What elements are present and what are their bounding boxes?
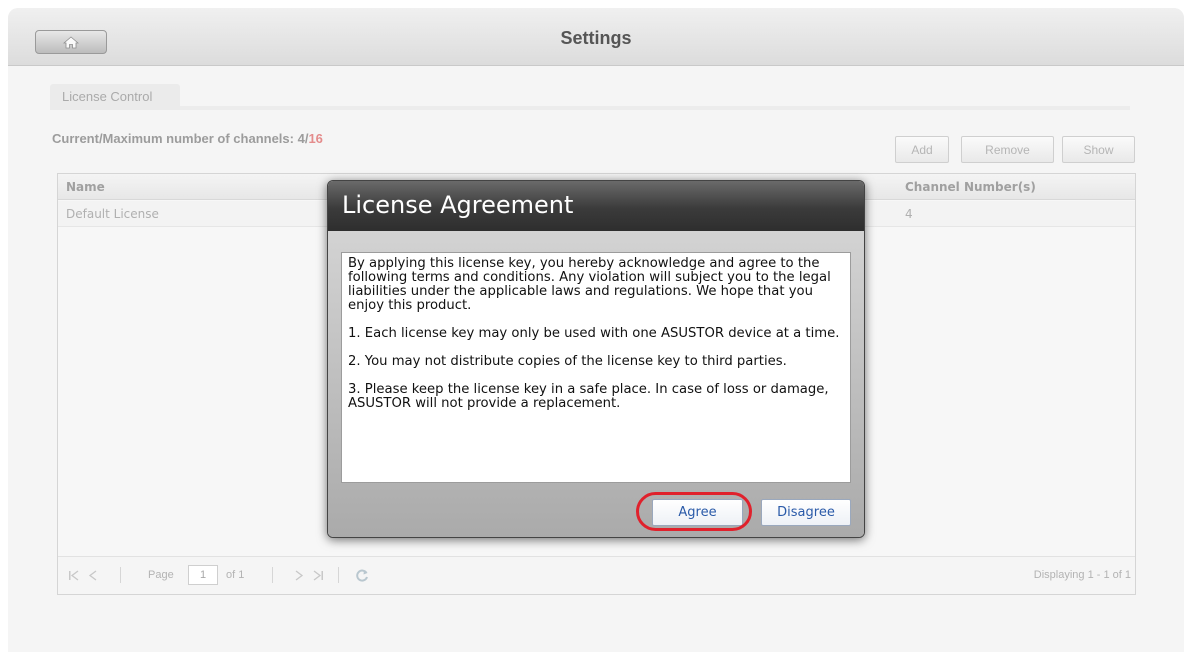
cell-channel-number: 4 [905, 207, 913, 221]
pager-separator [338, 567, 339, 583]
page-label: Page [148, 569, 174, 581]
column-header-channel-numbers[interactable]: Channel Number(s) [905, 180, 1036, 194]
column-header-name[interactable]: Name [66, 180, 105, 194]
pager-separator [272, 567, 273, 583]
terms-paragraph: 1. Each license key may only be used wit… [348, 326, 840, 341]
terms-paragraph: 3. Please keep the license key in a safe… [348, 382, 829, 411]
agree-highlight-ring [636, 492, 752, 531]
displaying-count: Displaying 1 - 1 of 1 [1033, 569, 1131, 581]
license-agreement-dialog: License Agreement By applying this licen… [327, 180, 865, 538]
terms-paragraph: By applying this license key, you hereby… [348, 256, 831, 313]
terms-text-area[interactable]: By applying this license key, you hereby… [341, 252, 851, 483]
channel-count-label: Current/Maximum number of channels: 4/16 [52, 131, 323, 146]
page-number-input[interactable]: 1 [188, 565, 218, 585]
disagree-button[interactable]: Disagree [761, 499, 851, 526]
pager-separator [120, 567, 121, 583]
tab-license-control[interactable]: License Control [50, 84, 181, 110]
channel-count-max: 16 [308, 131, 323, 146]
cell-license-name: Default License [66, 207, 159, 221]
last-page-icon[interactable] [312, 570, 324, 581]
dialog-body: By applying this license key, you hereby… [328, 231, 864, 537]
channel-count-text: Current/Maximum number of channels: 4/ [52, 131, 309, 146]
show-button[interactable]: Show [1062, 136, 1135, 163]
pagination-bar: Page 1 of 1 Displaying 1 - 1 of 1 [58, 556, 1135, 594]
tab-strip: License Control [50, 84, 1130, 110]
terms-paragraph: 2. You may not distribute copies of the … [348, 354, 787, 369]
prev-page-icon[interactable] [88, 570, 98, 581]
refresh-icon[interactable] [354, 568, 370, 584]
window-title: Settings [560, 28, 632, 48]
remove-button[interactable]: Remove [961, 136, 1054, 163]
add-button[interactable]: Add [895, 136, 949, 163]
dialog-title: License Agreement [328, 181, 864, 231]
first-page-icon[interactable] [68, 570, 80, 581]
next-page-icon[interactable] [294, 570, 304, 581]
page-of-label: of 1 [226, 569, 245, 581]
title-bar: Settings [8, 8, 1184, 66]
